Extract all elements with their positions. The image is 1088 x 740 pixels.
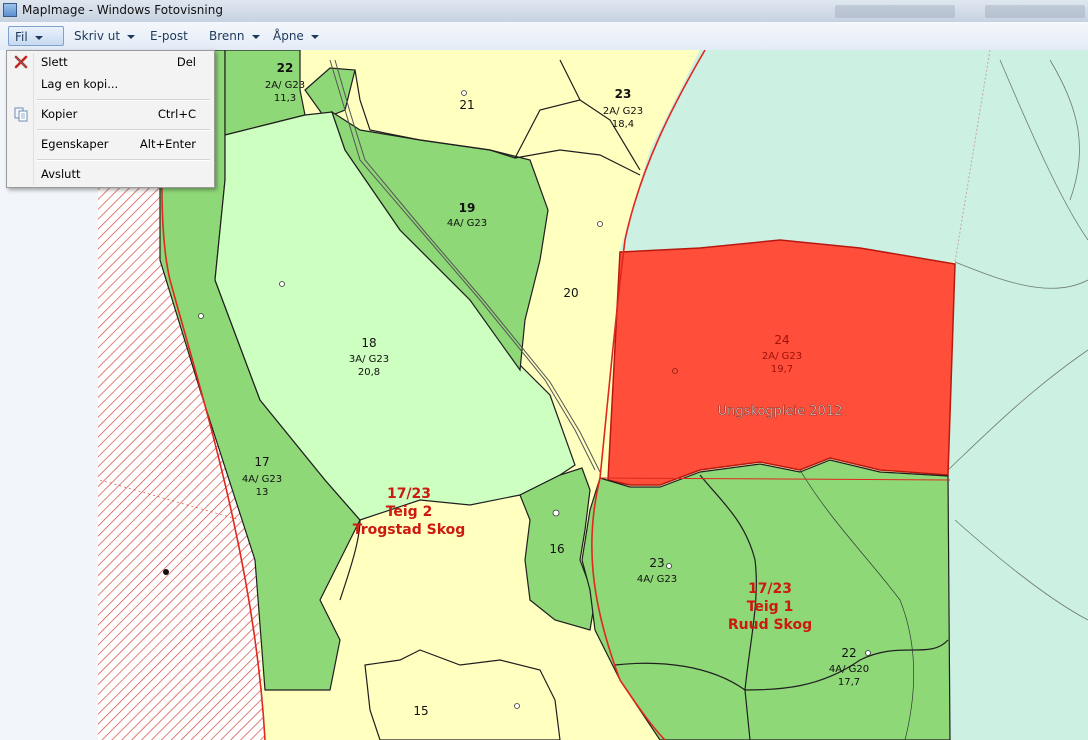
menu-item-slett-shortcut: Del: [176, 55, 196, 69]
teig-2-number: 17/23: [387, 486, 431, 502]
centroid-marker: [514, 703, 520, 709]
stand-24-note: Ungskogpleie 2012: [718, 404, 843, 419]
menu-item-slett[interactable]: Slett Del: [9, 51, 212, 73]
stand-24-area: [607, 239, 956, 486]
centroid-marker: [666, 563, 672, 569]
stand-22b-number: 22: [841, 646, 856, 660]
stand-23-age: 18,4: [612, 119, 634, 130]
stand-19-class: 4A/ G23: [447, 218, 487, 229]
stand-21-number: 21: [459, 98, 474, 112]
teig-1-label: Teig 1: [747, 599, 794, 615]
stand-16-number: 16: [549, 542, 564, 556]
chevron-down-icon: [310, 34, 319, 39]
stand-24-class: 2A/ G23: [762, 351, 802, 362]
menu-bar: Fil Skriv ut E-post Brenn Åpne: [0, 22, 1088, 51]
menu-item-avslutt-label: Avslutt: [41, 167, 81, 181]
stand-20-number: 20: [563, 286, 578, 300]
centroid-marker: [552, 509, 560, 517]
menu-item-lag-kopi[interactable]: Lag en kopi...: [9, 73, 212, 95]
menu-item-kopier-shortcut: Ctrl+C: [157, 107, 196, 121]
menu-skriv-ut[interactable]: Skriv ut: [68, 26, 141, 46]
stand-17-age: 13: [256, 487, 269, 498]
menu-brenn[interactable]: Brenn: [203, 26, 266, 46]
menu-separator: [37, 159, 210, 161]
menu-separator: [37, 129, 210, 131]
menu-apne[interactable]: Åpne: [267, 26, 325, 46]
teig-1-name: Ruud Skog: [728, 617, 812, 633]
menu-item-egenskaper-label: Egenskaper: [41, 137, 109, 151]
title-bar: MapImage - Windows Fotovisning: [0, 0, 1088, 22]
teig-2-label: Teig 2: [386, 504, 433, 520]
centroid-marker: [597, 221, 603, 227]
menu-item-avslutt[interactable]: Avslutt: [9, 163, 212, 185]
menu-item-slett-label: Slett: [41, 55, 68, 69]
teig-1-number: 17/23: [748, 581, 792, 597]
window-title: MapImage - Windows Fotovisning: [22, 3, 223, 17]
stand-15-number: 15: [413, 704, 428, 718]
centroid-marker: [279, 281, 285, 287]
chevron-down-icon: [251, 34, 260, 39]
menu-fil[interactable]: Fil: [8, 26, 64, 46]
stand-23-number: 23: [615, 87, 632, 101]
delete-icon: [14, 55, 28, 69]
copy-icon: [14, 107, 28, 122]
stand-18-age: 20,8: [358, 367, 380, 378]
stand-22-age: 11,3: [274, 93, 296, 104]
chevron-down-icon: [127, 34, 136, 39]
menu-item-kopier-label: Kopier: [41, 107, 78, 121]
centroid-marker: [198, 313, 204, 319]
stand-24-number: 24: [774, 333, 789, 347]
blurred-tab: [835, 5, 955, 18]
stand-23b-number: 23: [649, 556, 664, 570]
menu-epost[interactable]: E-post: [144, 26, 194, 46]
menu-skriv-ut-label: Skriv ut: [74, 29, 121, 43]
menu-apne-label: Åpne: [273, 29, 304, 43]
stand-24-age: 19,7: [771, 364, 793, 375]
centroid-marker: [865, 650, 871, 656]
stand-23-class: 2A/ G23: [603, 106, 643, 117]
stand-17-number: 17: [254, 455, 269, 469]
stand-18-number: 18: [361, 336, 376, 350]
menu-brenn-label: Brenn: [209, 29, 245, 43]
stand-22b-age: 17,7: [838, 677, 860, 688]
menu-item-egenskaper[interactable]: Egenskaper Alt+Enter: [9, 133, 212, 155]
point-marker: [163, 569, 169, 575]
photo-viewer-icon: [3, 3, 17, 17]
stand-22b-class: 4A/ G20: [829, 664, 869, 675]
menu-fil-label: Fil: [15, 30, 28, 44]
stand-22-number: 22: [277, 61, 294, 75]
teig-2-name: Trogstad Skog: [353, 522, 466, 538]
menu-item-egenskaper-shortcut: Alt+Enter: [139, 137, 196, 151]
menu-item-lag-kopi-label: Lag en kopi...: [41, 77, 119, 91]
stand-18-class: 3A/ G23: [349, 354, 389, 365]
menu-item-kopier[interactable]: Kopier Ctrl+C: [9, 103, 212, 125]
blurred-tab: [985, 5, 1085, 18]
stand-22-class: 2A/ G23: [265, 80, 305, 91]
centroid-marker: [461, 90, 467, 96]
menu-separator: [37, 99, 210, 101]
menu-epost-label: E-post: [150, 29, 188, 43]
stand-17-class: 4A/ G23: [242, 474, 282, 485]
stand-23b-class: 4A/ G23: [637, 574, 677, 585]
chevron-down-icon: [34, 35, 43, 40]
stand-19-number: 19: [459, 201, 476, 215]
file-menu-dropdown: Slett Del Lag en kopi... Kopier Ctrl+C E…: [6, 50, 215, 188]
